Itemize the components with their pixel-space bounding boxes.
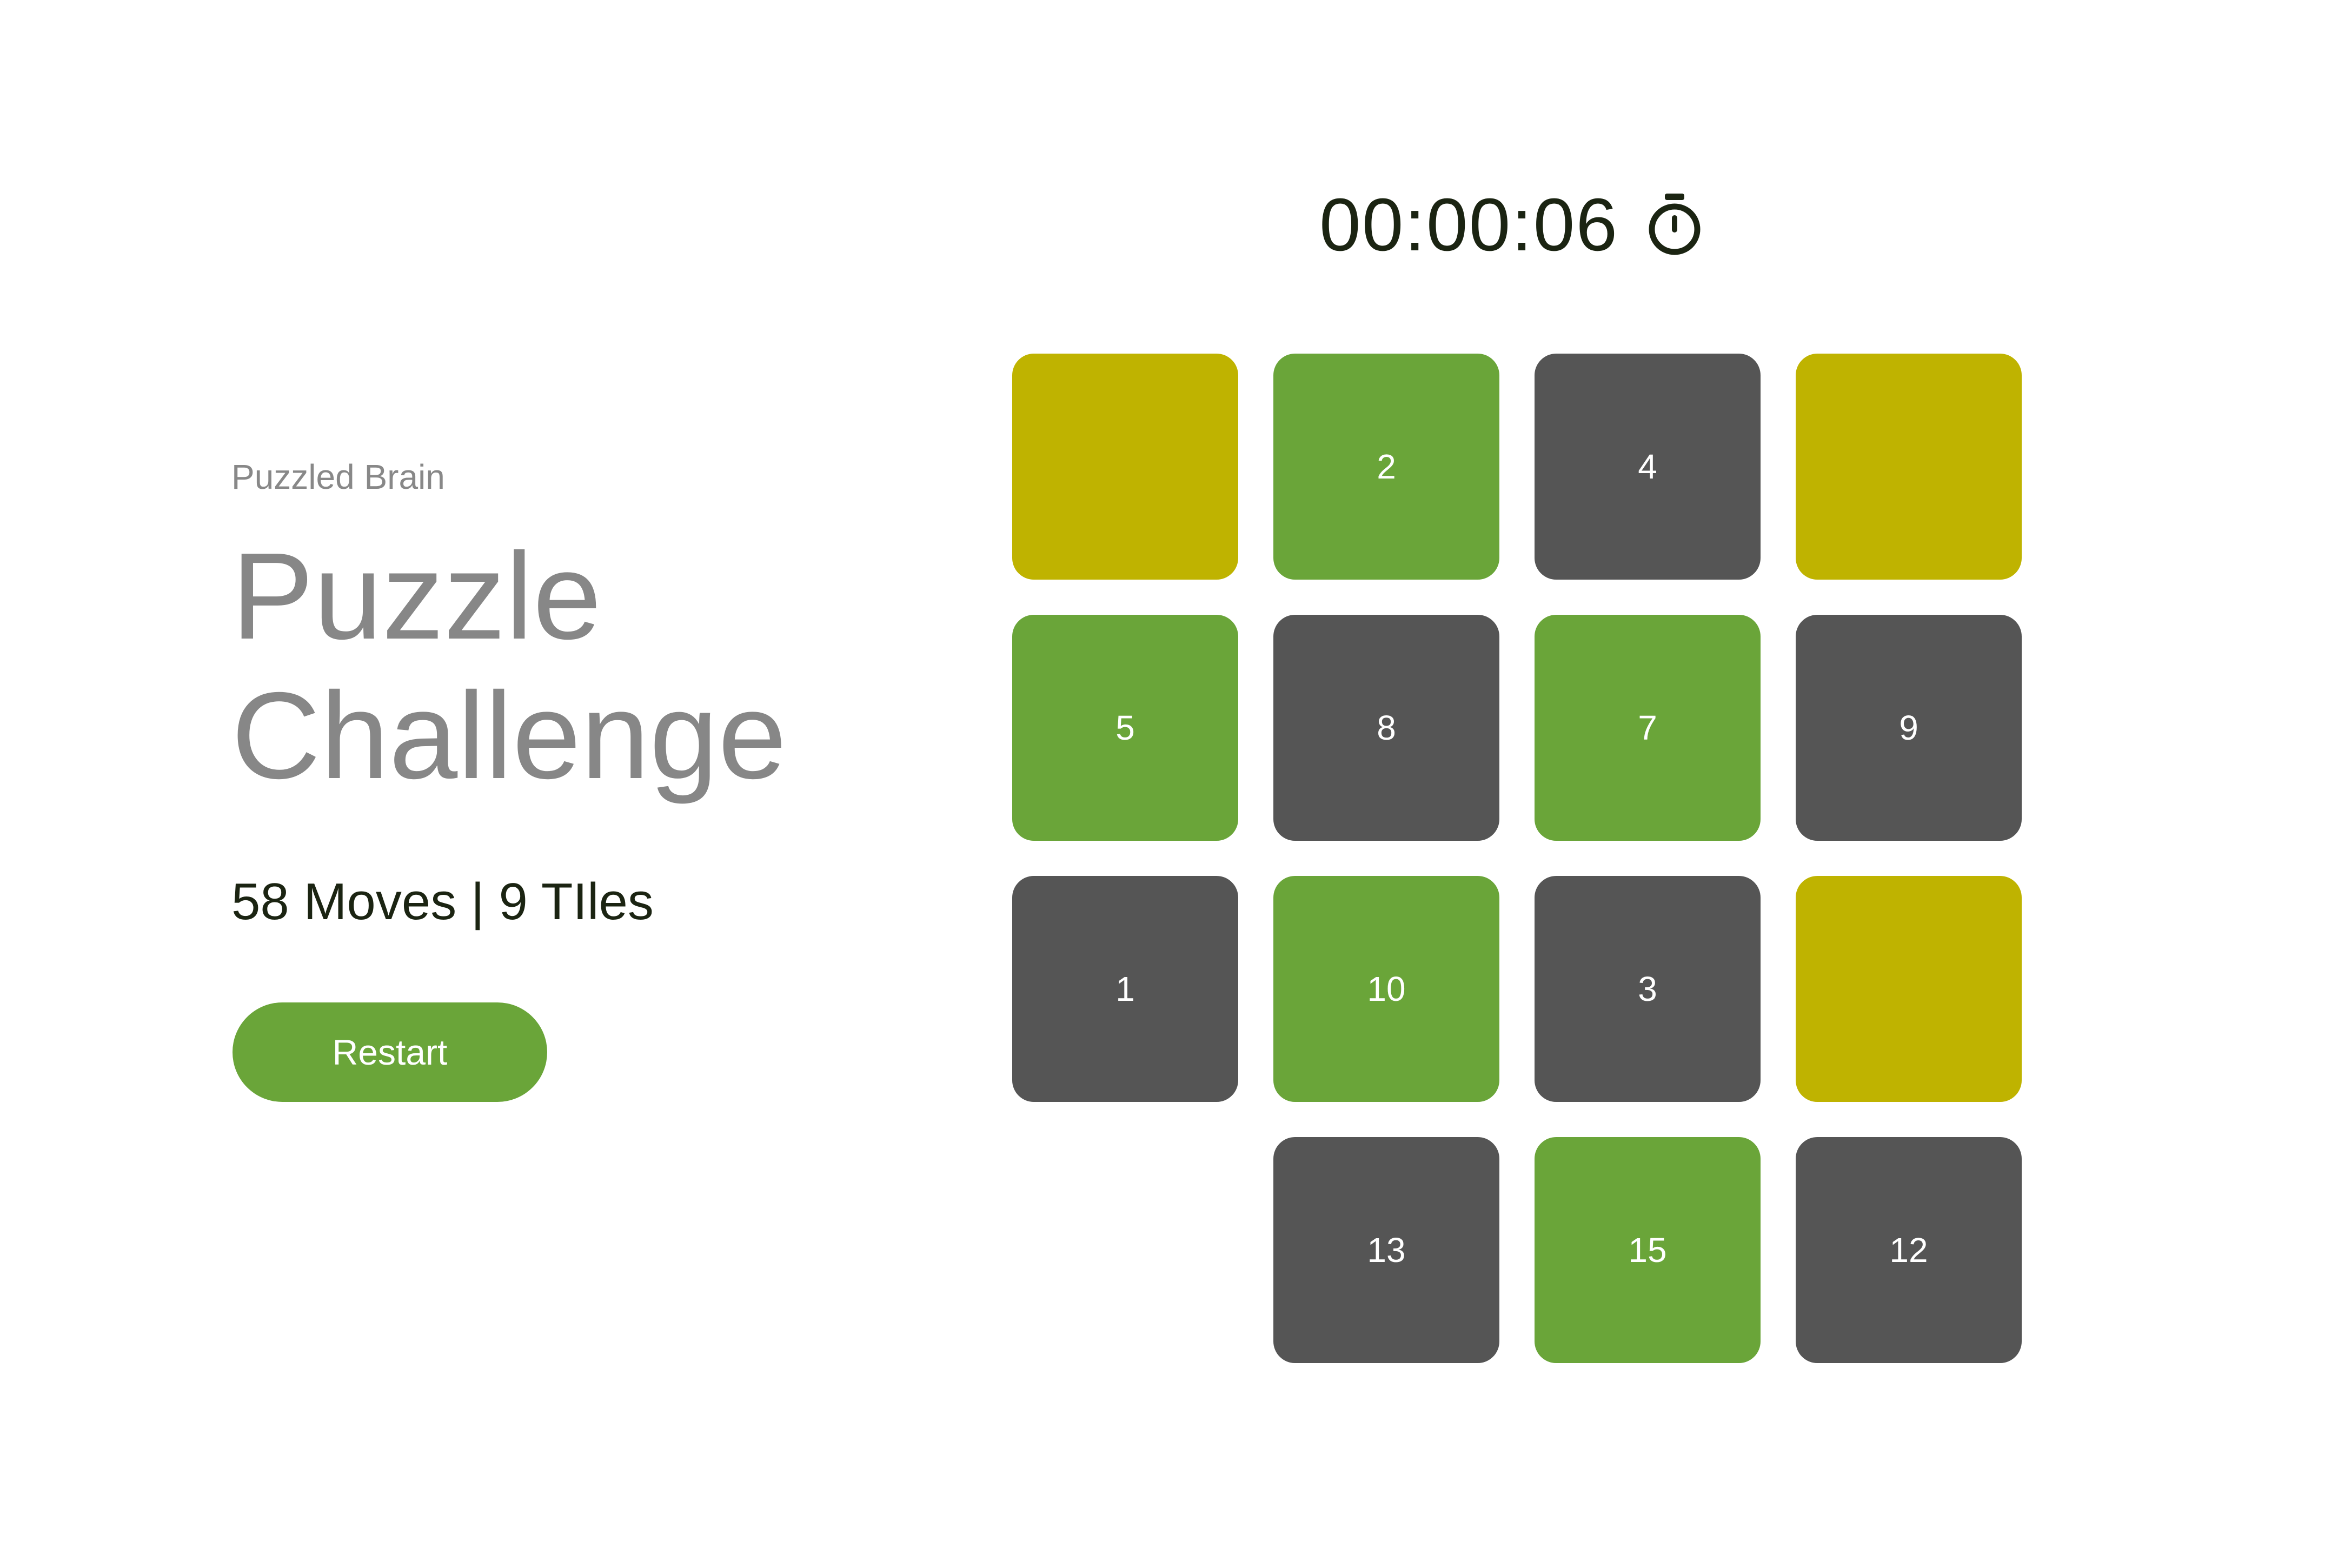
tile-label: 15 — [1628, 1231, 1667, 1270]
tile-10[interactable]: 10 — [1273, 876, 1499, 1102]
page-title: Puzzle Challenge — [231, 527, 934, 806]
tile-2[interactable]: 2 — [1273, 354, 1499, 580]
tile-label: 13 — [1367, 1231, 1406, 1270]
tile-label: 4 — [1638, 447, 1657, 486]
tile-5[interactable]: 5 — [1012, 615, 1238, 841]
tile-9[interactable]: 9 — [1796, 615, 2022, 841]
moves-tiles-stats: 58 Moves | 9 TIles — [231, 873, 654, 931]
tile-1[interactable]: 1 — [1012, 876, 1238, 1102]
info-panel: Puzzled Brain Puzzle Challenge 58 Moves … — [231, 457, 934, 1102]
tile-label: 8 — [1377, 708, 1396, 747]
tile-15[interactable]: 15 — [1535, 1137, 1761, 1363]
tile-blank-11[interactable] — [1796, 876, 2022, 1102]
tile-label: 12 — [1889, 1231, 1928, 1270]
stopwatch-icon — [1646, 192, 1703, 257]
tile-label: 2 — [1377, 447, 1396, 486]
timer-value: 00:00:06 — [1319, 183, 1619, 267]
tile-label: 1 — [1115, 969, 1135, 1008]
tile-8[interactable]: 8 — [1273, 615, 1499, 841]
tile-label: 5 — [1115, 708, 1135, 747]
restart-button[interactable]: Restart — [233, 1002, 547, 1102]
tile-4[interactable]: 4 — [1535, 354, 1761, 580]
tile-label: 9 — [1899, 708, 1918, 747]
tile-label: 7 — [1638, 708, 1657, 747]
tile-3[interactable]: 3 — [1535, 876, 1761, 1102]
tile-blank-0[interactable] — [1012, 354, 1238, 580]
tile-7[interactable]: 7 — [1535, 615, 1761, 841]
brand-label: Puzzled Brain — [231, 457, 445, 496]
title-line-1: Puzzle — [231, 528, 602, 665]
title-line-2: Challenge — [231, 667, 787, 805]
tile-12[interactable]: 12 — [1796, 1137, 2022, 1363]
timer: 00:00:06 — [1319, 182, 1703, 268]
tile-label: 10 — [1367, 969, 1406, 1008]
tile-label: 3 — [1638, 969, 1657, 1008]
puzzle-board: 2 4 5 8 7 9 1 10 3 13 15 12 — [1012, 354, 2022, 1364]
tile-blank-3[interactable] — [1796, 354, 2022, 580]
tile-13[interactable]: 13 — [1273, 1137, 1499, 1363]
